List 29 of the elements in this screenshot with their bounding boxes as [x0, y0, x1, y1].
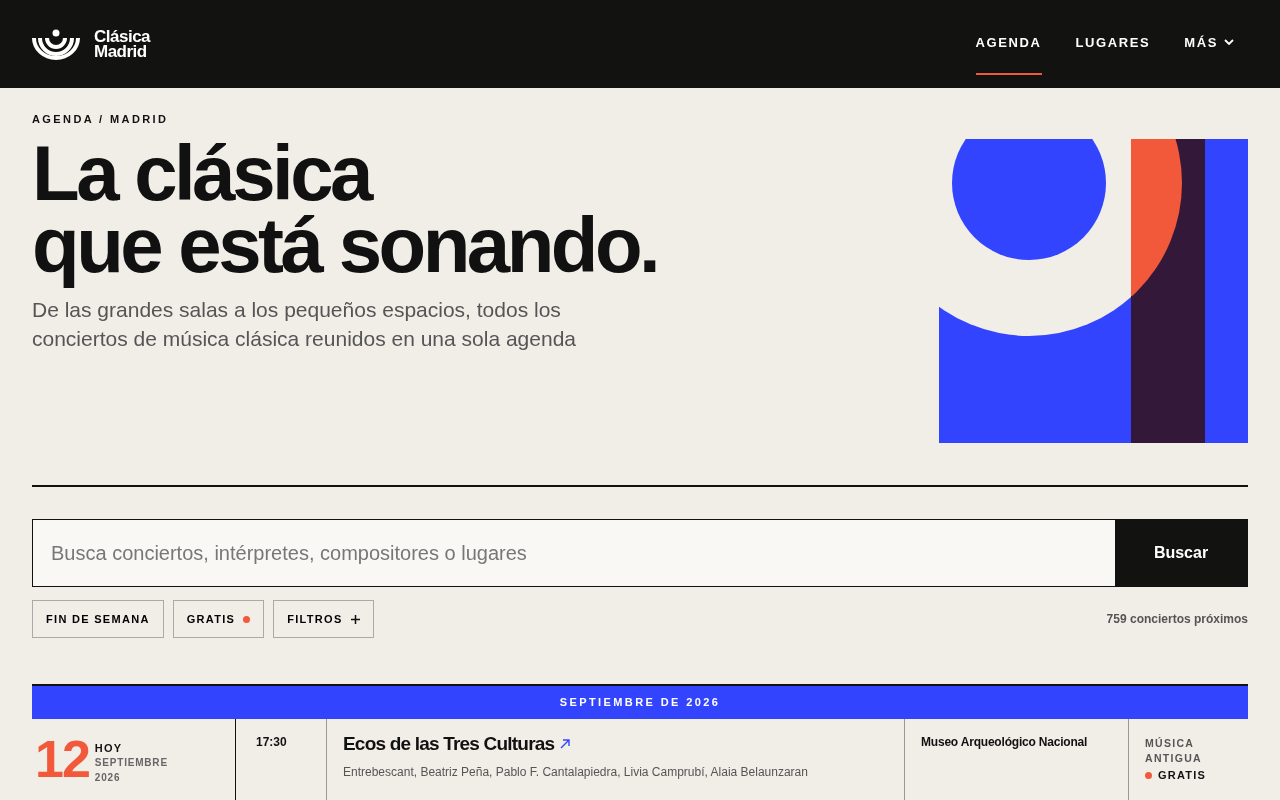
venue-name: Museo Arqueológico Nacional — [921, 735, 1089, 749]
nav-link[interactable]: LUGARES — [1075, 0, 1151, 86]
filter-chip[interactable]: FIN DE SEMANA — [32, 600, 164, 638]
genre-tag: MÚSICA ANTIGUA — [1145, 736, 1225, 766]
sound-waves-icon — [32, 28, 80, 60]
event-title[interactable]: Ecos de las Tres Culturas — [343, 733, 555, 755]
search-field[interactable]: Busca conciertos, intérpretes, compositores o lugares — [33, 520, 1115, 586]
search-button[interactable]: Buscar — [1115, 520, 1247, 586]
logo-text: Clásica — [94, 29, 151, 44]
month-label: SEPTIEMBRE — [94, 756, 168, 770]
nav-link[interactable]: AGENDA — [975, 0, 1042, 75]
logo-text: Madrid — [94, 44, 148, 59]
filter-chip[interactable]: GRATIS — [172, 600, 265, 638]
external-arrow-icon — [560, 739, 571, 749]
performers: Entrebescant, Beatriz Peña, Pablo F. Cantalapiedra, Livia Camprubí, Alaia Belaunzaran — [343, 765, 809, 779]
results-count: 759 conciertos próximos — [1106, 612, 1248, 626]
year-label: 2026 — [94, 771, 122, 785]
logo[interactable]: Clásica Madrid — [32, 28, 151, 60]
day-label: HOY — [94, 741, 124, 755]
event-time: 17:30 — [256, 735, 288, 749]
subtitle: De las grandes salas a los pequeños espacios, todos los conciertos de música clásica reunidos en una sola agenda — [32, 297, 577, 352]
filter-chip[interactable]: FILTROS — [273, 600, 374, 638]
month-header: SEPTIEMBRE DE 2026 — [32, 684, 1248, 719]
plus-icon — [350, 614, 360, 624]
breadcrumb: AGENDA / MADRID — [32, 113, 170, 125]
nav-link[interactable]: MÁS — [1184, 0, 1234, 86]
day-number: 12 — [35, 735, 89, 790]
page-title: La clásica que está sonando. — [32, 135, 659, 291]
price-label: GRATIS — [1158, 769, 1206, 781]
